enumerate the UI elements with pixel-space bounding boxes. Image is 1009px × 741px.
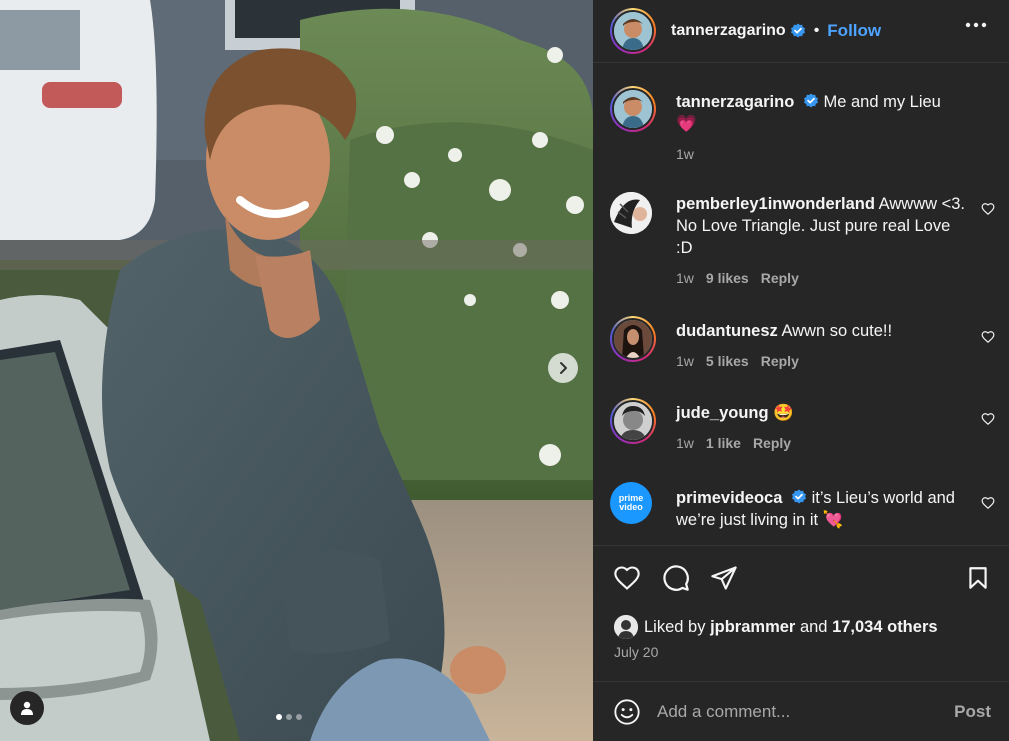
heart-icon[interactable] — [981, 330, 995, 344]
commenter-avatar[interactable] — [610, 316, 656, 362]
caption-time[interactable]: 1w — [676, 143, 694, 165]
reply-button[interactable]: Reply — [761, 350, 799, 372]
liker-avatar[interactable] — [614, 615, 638, 639]
carousel-dot — [276, 714, 282, 720]
next-slide-button[interactable] — [548, 353, 578, 383]
prime-video-logo: prime video — [618, 493, 644, 512]
likes-summary: Liked by jpbrammer and 17,034 others — [614, 615, 938, 639]
verified-badge-icon — [790, 23, 805, 38]
comment-item: prime video primevideoca it’s Lieu’s wor… — [610, 482, 995, 542]
reply-button[interactable]: Reply — [753, 432, 791, 454]
post-actions: Liked by jpbrammer and 17,034 others Jul… — [593, 545, 1009, 741]
post-date[interactable]: July 20 — [614, 644, 658, 660]
comment-time[interactable]: 1w — [676, 350, 694, 372]
comment-time[interactable]: 1w — [676, 432, 694, 454]
user-tags-button[interactable] — [10, 691, 44, 725]
comment-input[interactable] — [657, 702, 927, 722]
likes-conj: and — [799, 617, 828, 636]
comment-item: dudantunesz Awwn so cute!! 1w 5 likes Re… — [610, 316, 995, 376]
post-media[interactable] — [0, 0, 593, 741]
comment-item: pemberley1inwonderland Awwww <3. No Love… — [610, 192, 995, 292]
post-photo — [0, 0, 593, 741]
caption: tannerzagarino Me and my Lieu 💗 1w — [610, 86, 995, 176]
post-button[interactable]: Post — [954, 702, 991, 722]
emoji-icon[interactable] — [613, 698, 641, 726]
comment-text: Awwn so cute!! — [781, 322, 893, 340]
author-username[interactable]: tannerzagarino — [671, 22, 786, 40]
reply-button[interactable]: Reply — [761, 267, 799, 289]
author-avatar[interactable] — [610, 8, 656, 54]
header-separator: • — [813, 22, 820, 39]
commenter-avatar[interactable]: prime video — [610, 482, 652, 524]
caption-username[interactable]: tannerzagarino — [676, 93, 794, 111]
comment-likes[interactable]: 5 likes — [706, 350, 749, 372]
commenter-avatar[interactable] — [610, 192, 652, 234]
carousel-dot — [296, 714, 302, 720]
verified-badge-icon — [791, 489, 806, 504]
share-button[interactable] — [710, 564, 738, 597]
heart-icon[interactable] — [981, 202, 995, 216]
caption-text: Me and my Lieu — [823, 93, 941, 111]
caption-emoji: 💗 — [676, 115, 697, 133]
author-avatar[interactable] — [610, 86, 656, 132]
comment-icon — [663, 565, 689, 591]
user-tag-icon — [21, 701, 33, 715]
comment-username[interactable]: dudantunesz — [676, 322, 778, 340]
comment-username[interactable]: jude_young — [676, 404, 769, 422]
comment-username[interactable]: pemberley1inwonderland — [676, 195, 875, 213]
post-header: tannerzagarino • Follow — [593, 0, 1009, 63]
likes-count[interactable]: 17,034 others — [832, 618, 937, 637]
add-comment-bar: Post — [593, 681, 1009, 741]
like-button[interactable] — [612, 564, 642, 597]
more-options-icon[interactable] — [965, 22, 987, 28]
heart-icon[interactable] — [981, 412, 995, 426]
carousel-dot — [286, 714, 292, 720]
heart-icon[interactable] — [981, 496, 995, 510]
liker-username[interactable]: jpbrammer — [710, 618, 795, 637]
likes-prefix: Liked by — [644, 617, 706, 636]
verified-badge-icon — [803, 93, 818, 108]
comment-button[interactable] — [662, 564, 690, 597]
carousel-dots — [276, 714, 302, 720]
comment-item: jude_young 🤩 1w 1 like Reply — [610, 398, 995, 458]
comment-username[interactable]: primevideoca — [676, 489, 782, 507]
follow-button[interactable]: Follow — [827, 21, 881, 41]
next-arrow-icon — [560, 362, 567, 374]
comment-likes[interactable]: 1 like — [706, 432, 741, 454]
save-icon[interactable] — [965, 564, 991, 592]
heart-icon — [614, 566, 640, 590]
post-side-panel: tannerzagarino • Follow tannerzagarino M… — [593, 0, 1009, 741]
comment-likes[interactable]: 9 likes — [706, 267, 749, 289]
comment-time[interactable]: 1w — [676, 267, 694, 289]
share-icon — [711, 566, 737, 590]
comments-list[interactable]: tannerzagarino Me and my Lieu 💗 1w pembe… — [593, 64, 1009, 544]
comment-text: 🤩 — [773, 404, 794, 422]
commenter-avatar[interactable] — [610, 398, 656, 444]
